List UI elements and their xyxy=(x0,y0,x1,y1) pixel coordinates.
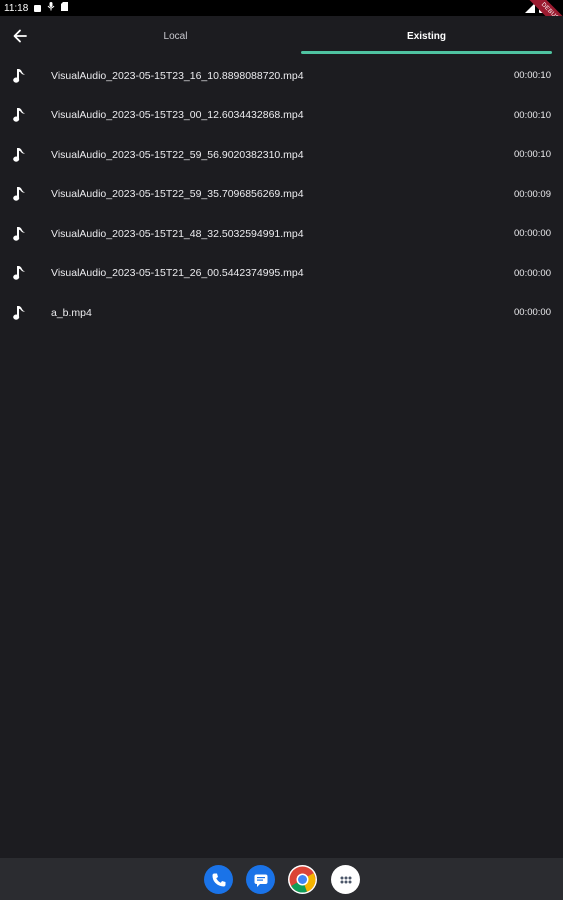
file-name: VisualAudio_2023-05-15T23_00_12.60344328… xyxy=(51,109,304,122)
file-name: VisualAudio_2023-05-15T22_59_56.90203823… xyxy=(51,148,304,161)
file-name: VisualAudio_2023-05-15T22_59_35.70968562… xyxy=(51,188,304,201)
sd-card-icon xyxy=(61,2,69,14)
app-drawer-icon xyxy=(340,876,351,883)
tab-local[interactable]: Local xyxy=(50,16,301,56)
chrome-icon xyxy=(289,866,316,893)
app-dock xyxy=(0,858,563,900)
file-list: VisualAudio_2023-05-15T23_16_10.88980887… xyxy=(0,56,563,333)
phone-icon xyxy=(212,873,225,886)
notification-icon xyxy=(34,4,42,12)
list-item[interactable]: VisualAudio_2023-05-15T23_00_12.60344328… xyxy=(0,96,563,136)
messages-icon xyxy=(254,874,267,887)
music-note-icon xyxy=(13,68,25,83)
file-name: VisualAudio_2023-05-15T21_26_00.54423749… xyxy=(51,267,304,280)
app-drawer-button[interactable] xyxy=(331,865,360,894)
file-name: VisualAudio_2023-05-15T21_48_32.50325949… xyxy=(51,227,304,240)
tab-existing[interactable]: Existing xyxy=(301,16,552,56)
list-item[interactable]: a_b.mp4 00:00:00 xyxy=(0,293,563,333)
file-duration: 00:00:09 xyxy=(514,188,551,200)
list-item[interactable]: VisualAudio_2023-05-15T22_59_35.70968562… xyxy=(0,175,563,215)
messages-app-button[interactable] xyxy=(246,865,275,894)
file-duration: 00:00:00 xyxy=(514,228,551,240)
file-duration: 00:00:10 xyxy=(514,149,551,161)
status-bar: 11:18 DEBUG xyxy=(0,0,563,41)
tab-indicator xyxy=(301,51,552,54)
file-duration: 00:00:10 xyxy=(514,70,551,82)
status-time: 11:18 xyxy=(4,2,29,14)
list-item[interactable]: VisualAudio_2023-05-15T21_26_00.54423749… xyxy=(0,254,563,294)
file-name: VisualAudio_2023-05-15T23_16_10.88980887… xyxy=(51,69,304,82)
phone-app-button[interactable] xyxy=(204,865,233,894)
music-note-icon xyxy=(13,266,25,280)
music-note-icon xyxy=(13,305,25,320)
mic-icon xyxy=(47,2,55,14)
back-button[interactable] xyxy=(8,24,32,48)
music-note-icon xyxy=(13,187,25,201)
chrome-app-button[interactable] xyxy=(288,865,317,894)
file-duration: 00:00:00 xyxy=(514,307,551,319)
arrow-back-icon xyxy=(13,29,27,43)
screen: 11:18 DEBUG Local Existing VisualAudio_2… xyxy=(0,0,563,900)
list-item[interactable]: VisualAudio_2023-05-15T22_59_56.90203823… xyxy=(0,135,563,175)
music-note-icon xyxy=(13,226,25,241)
list-item[interactable]: VisualAudio_2023-05-15T23_16_10.88980887… xyxy=(0,56,563,96)
list-item[interactable]: VisualAudio_2023-05-15T21_48_32.50325949… xyxy=(0,214,563,254)
file-name: a_b.mp4 xyxy=(51,306,92,319)
music-note-icon xyxy=(13,108,25,122)
file-duration: 00:00:10 xyxy=(514,109,551,121)
music-note-icon xyxy=(13,147,25,162)
app-bar: Local Existing xyxy=(0,16,563,56)
file-duration: 00:00:00 xyxy=(514,267,551,279)
